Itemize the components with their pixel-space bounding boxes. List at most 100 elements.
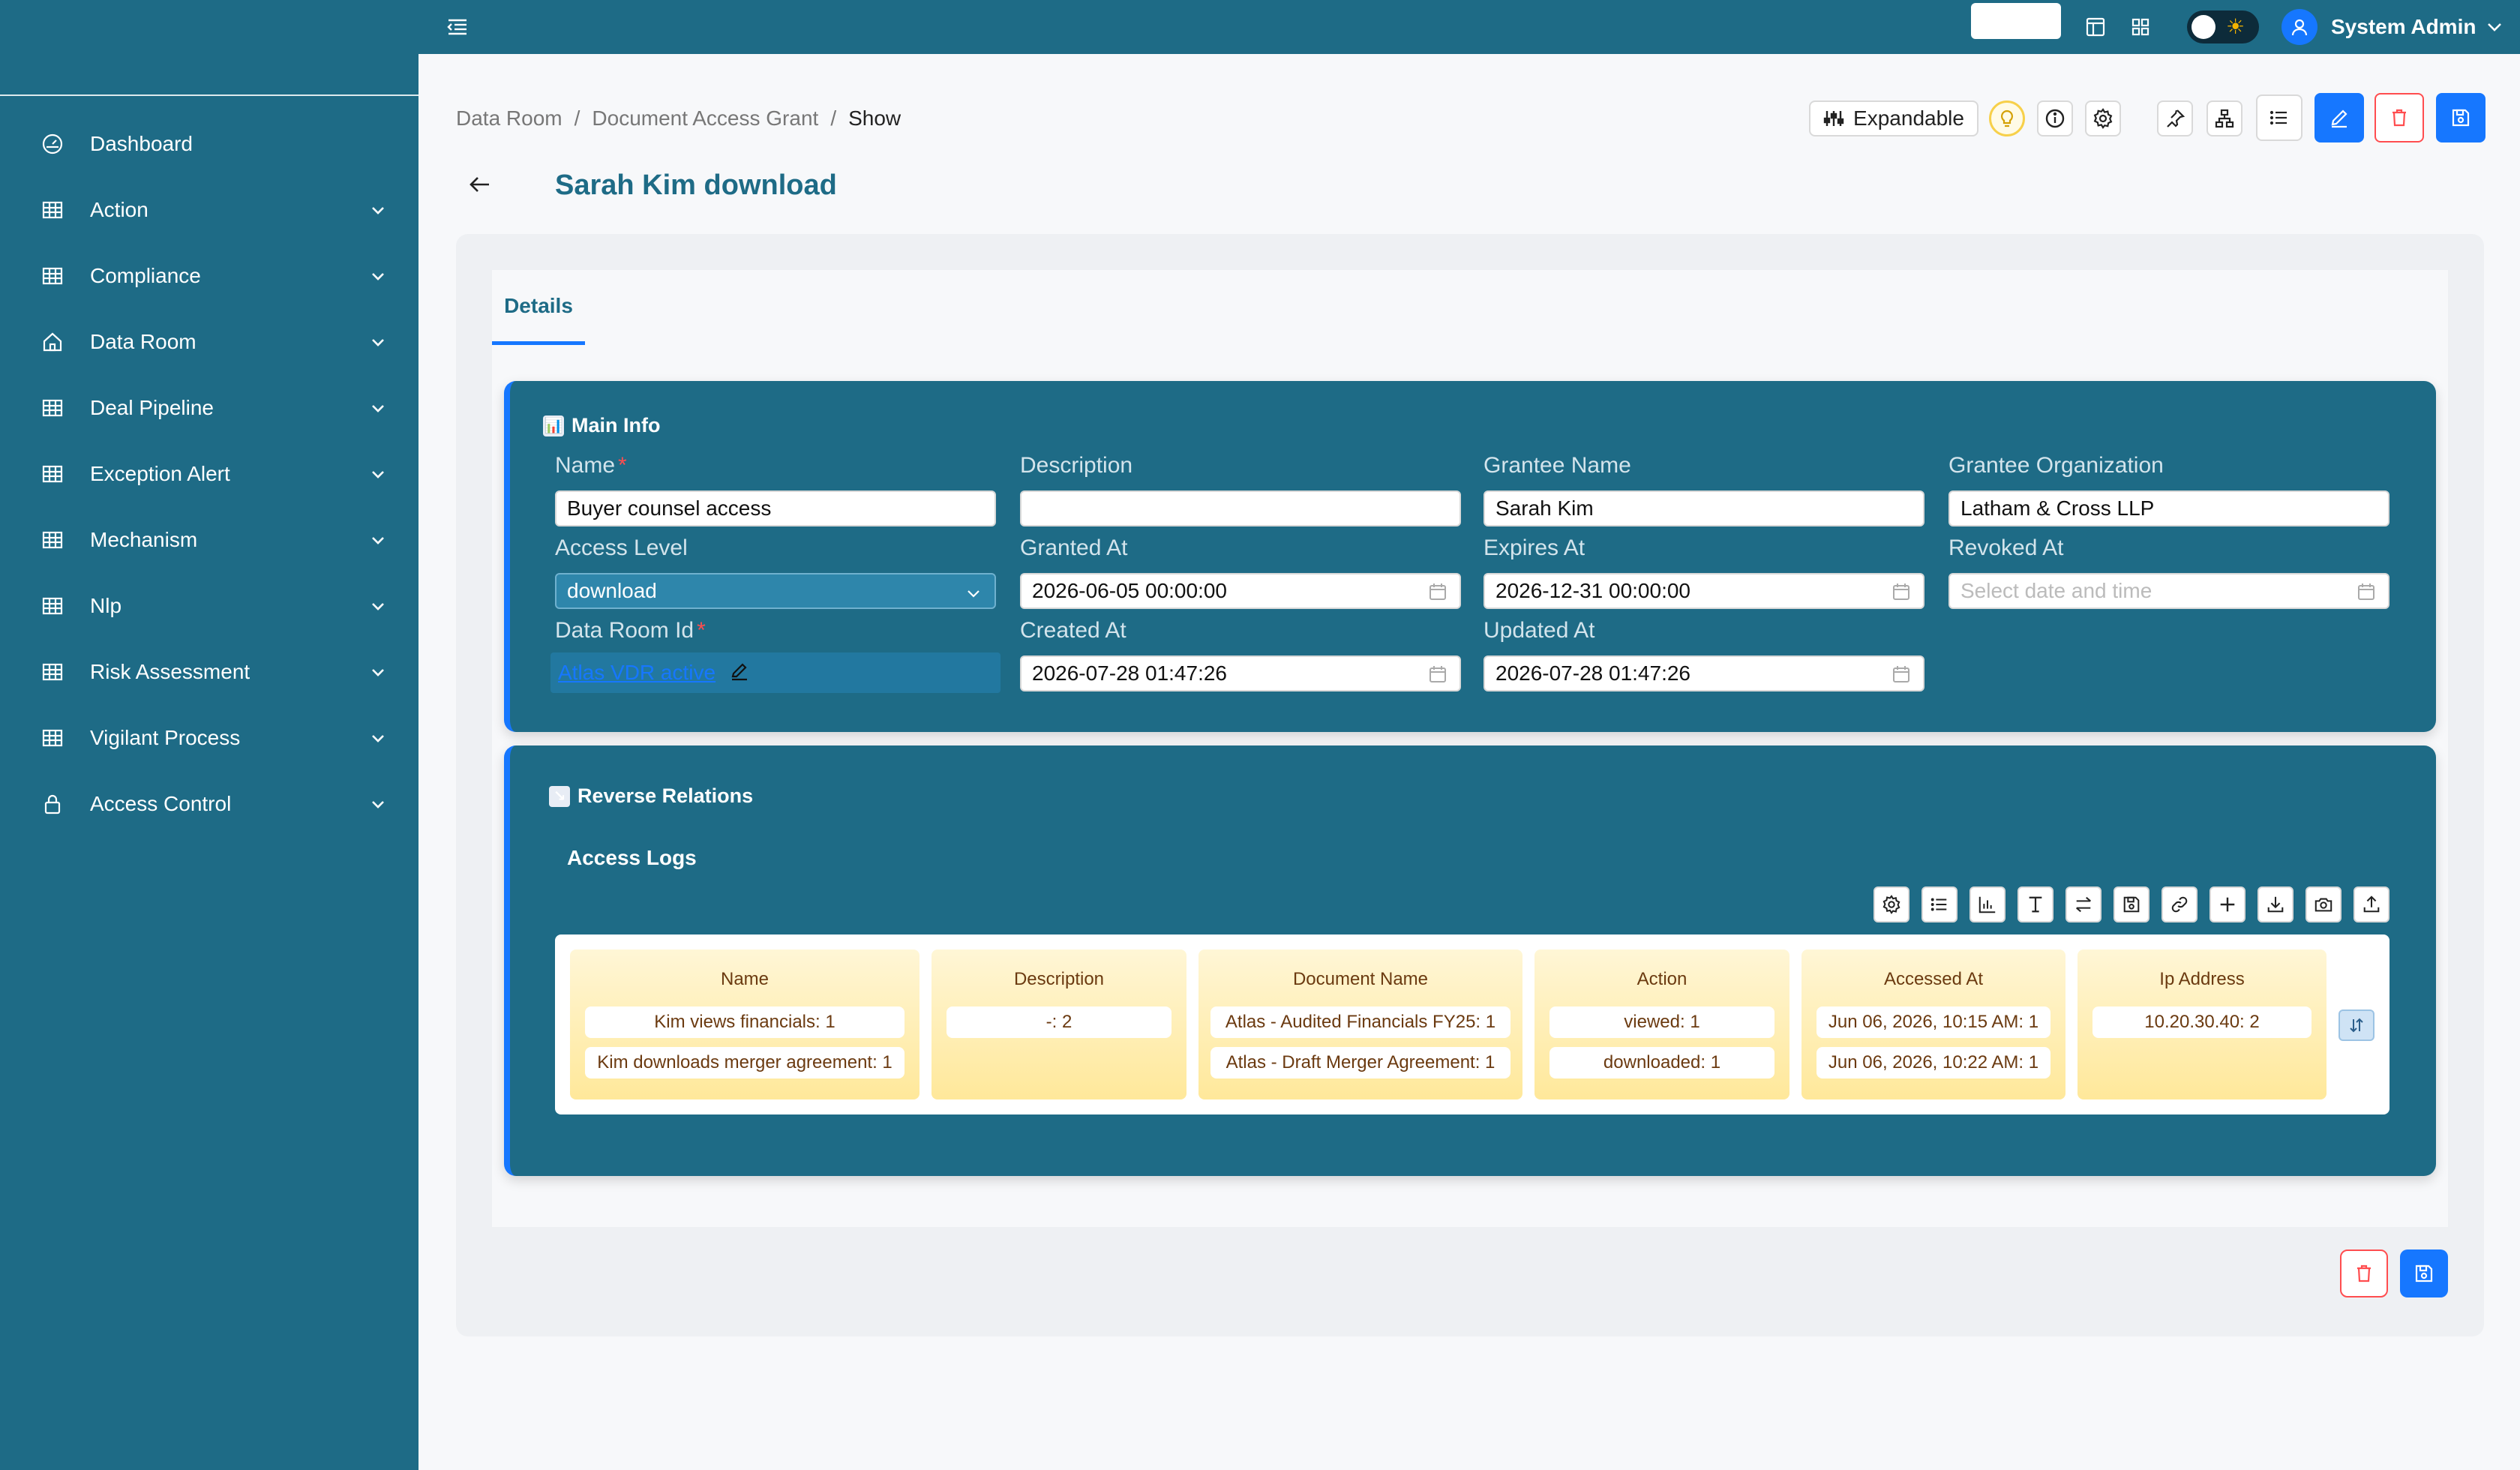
- data-room-link[interactable]: Atlas VDR active: [558, 661, 716, 685]
- main-info-title-text: Main Info: [572, 414, 661, 436]
- revoked-at-field[interactable]: Select date and time: [1948, 573, 2390, 609]
- created-at-field[interactable]: 2026-07-28 01:47:26: [1020, 656, 1461, 692]
- sidebar-item-mechanism[interactable]: Mechanism: [0, 510, 418, 570]
- column-header-description[interactable]: Description: [932, 969, 1186, 990]
- group-chip[interactable]: Kim views financials: 1: [585, 1006, 904, 1038]
- sidebar-item-label: Dashboard: [90, 132, 193, 155]
- column-header-action[interactable]: Action: [1534, 969, 1790, 990]
- sidebar-item-label: Deal Pipeline: [90, 396, 214, 419]
- group-chip[interactable]: viewed: 1: [1550, 1006, 1774, 1038]
- back-arrow-icon[interactable]: [466, 171, 494, 198]
- save-button[interactable]: [2436, 93, 2486, 142]
- sidebar-item-access-control[interactable]: Access Control: [0, 774, 418, 834]
- layout-icon[interactable]: [2084, 15, 2108, 39]
- sidebar-item-risk-assessment[interactable]: Risk Assessment: [0, 642, 418, 702]
- table-icon: [40, 198, 64, 222]
- group-chip[interactable]: Atlas - Audited Financials FY25: 1: [1210, 1006, 1510, 1038]
- bottom-delete-button[interactable]: [2340, 1250, 2388, 1298]
- column-name: Name Kim views financials: 1 Kim downloa…: [570, 950, 920, 1100]
- info-icon[interactable]: [2037, 100, 2073, 136]
- sidebar-item-dashboard[interactable]: Dashboard: [0, 114, 418, 174]
- column-description: Description -: 2: [932, 950, 1186, 1100]
- user-avatar[interactable]: [2282, 9, 2318, 45]
- user-name[interactable]: System Admin: [2331, 15, 2476, 39]
- column-action: Action viewed: 1 downloaded: 1: [1534, 950, 1790, 1100]
- link-icon[interactable]: [2162, 886, 2198, 922]
- pencil-icon: [2331, 110, 2348, 128]
- edit-pencil-icon[interactable]: [729, 661, 750, 686]
- name-field[interactable]: Buyer counsel access: [555, 490, 996, 526]
- calendar-icon: [1892, 582, 1911, 602]
- top-search-box[interactable]: [1971, 3, 2061, 39]
- swap-icon[interactable]: [2066, 886, 2102, 922]
- grantee-name-field[interactable]: Sarah Kim: [1484, 490, 1924, 526]
- sort-toggle-icon[interactable]: [2338, 1010, 2374, 1041]
- pin-icon[interactable]: [2157, 100, 2193, 136]
- data-room-id-label: Data Room Id *: [555, 618, 706, 643]
- sidebar-item-action[interactable]: Action: [0, 180, 418, 240]
- group-chip[interactable]: downloaded: 1: [1550, 1047, 1774, 1078]
- chevron-down-icon: [368, 662, 388, 682]
- chevron-down-icon: [368, 332, 388, 352]
- table-icon: [40, 396, 64, 420]
- lightbulb-icon[interactable]: [1989, 100, 2025, 136]
- sidebar-item-vigilant-process[interactable]: Vigilant Process: [0, 708, 418, 768]
- description-field[interactable]: [1020, 490, 1461, 526]
- chevron-down-icon: [368, 398, 388, 418]
- group-chip[interactable]: Jun 06, 2026, 10:22 AM: 1: [1816, 1047, 2050, 1078]
- column-ip-address: Ip Address 10.20.30.40: 2: [2078, 950, 2326, 1100]
- list-view-button[interactable]: [2256, 94, 2302, 141]
- granted-at-label: Granted At: [1020, 536, 1128, 560]
- upload-icon[interactable]: [2354, 886, 2390, 922]
- access-level-select[interactable]: download: [555, 573, 996, 609]
- delete-button[interactable]: [2374, 93, 2424, 142]
- trash-icon: [2392, 109, 2406, 127]
- sidebar-item-deal-pipeline[interactable]: Deal Pipeline: [0, 378, 418, 438]
- theme-toggle[interactable]: ☀: [2187, 10, 2259, 44]
- updated-at-field[interactable]: 2026-07-28 01:47:26: [1484, 656, 1924, 692]
- group-chip[interactable]: -: 2: [946, 1006, 1172, 1038]
- sidebar-item-label: Nlp: [90, 594, 122, 617]
- text-format-icon[interactable]: [2018, 886, 2054, 922]
- table-save-icon[interactable]: [2114, 886, 2150, 922]
- table-chart-icon[interactable]: [1970, 886, 2006, 922]
- chevron-down-icon[interactable]: [2484, 16, 2505, 38]
- grantee-organization-field[interactable]: Latham & Cross LLP: [1948, 490, 2390, 526]
- column-header-name[interactable]: Name: [570, 969, 920, 990]
- edit-button[interactable]: [2314, 93, 2364, 142]
- expandable-button[interactable]: Expandable: [1809, 100, 1978, 136]
- sidebar-item-compliance[interactable]: Compliance: [0, 246, 418, 306]
- group-chip[interactable]: Jun 06, 2026, 10:15 AM: 1: [1816, 1006, 2050, 1038]
- group-chip[interactable]: 10.20.30.40: 2: [2092, 1006, 2312, 1038]
- bottom-save-button[interactable]: [2400, 1250, 2448, 1298]
- hierarchy-icon[interactable]: [2206, 100, 2242, 136]
- group-chip[interactable]: Kim downloads merger agreement: 1: [585, 1047, 904, 1078]
- camera-icon[interactable]: [2306, 886, 2342, 922]
- add-icon[interactable]: [2210, 886, 2246, 922]
- sidebar-item-exception-alert[interactable]: Exception Alert: [0, 444, 418, 504]
- column-header-accessed-at[interactable]: Accessed At: [1802, 969, 2066, 990]
- expires-at-field[interactable]: 2026-12-31 00:00:00: [1484, 573, 1924, 609]
- expandable-label: Expandable: [1853, 106, 1964, 130]
- download-icon[interactable]: [2258, 886, 2294, 922]
- column-header-document-name[interactable]: Document Name: [1198, 969, 1522, 990]
- group-chip[interactable]: Atlas - Draft Merger Agreement: 1: [1210, 1047, 1510, 1078]
- sidebar-item-label: Exception Alert: [90, 462, 230, 485]
- breadcrumb-item-data-room[interactable]: Data Room: [456, 106, 562, 130]
- breadcrumb-item-current: Show: [848, 106, 902, 130]
- access-level-value: download: [567, 579, 657, 602]
- table-icon: [40, 462, 64, 486]
- table-settings-icon[interactable]: [1874, 886, 1910, 922]
- sidebar-item-data-room[interactable]: Data Room: [0, 312, 418, 372]
- breadcrumb-item-document-access-grant[interactable]: Document Access Grant: [592, 106, 818, 130]
- tab-details[interactable]: Details: [492, 270, 585, 345]
- column-header-ip-address[interactable]: Ip Address: [2078, 969, 2326, 990]
- granted-at-field[interactable]: 2026-06-05 00:00:00: [1020, 573, 1461, 609]
- menu-toggle-icon[interactable]: [446, 15, 470, 39]
- fullscreen-icon[interactable]: [2128, 15, 2152, 39]
- settings-gear-icon[interactable]: [2085, 100, 2121, 136]
- sidebar-item-nlp[interactable]: Nlp: [0, 576, 418, 636]
- table-list-icon[interactable]: [1922, 886, 1958, 922]
- trash-icon: [2357, 1264, 2371, 1282]
- save-icon: [2452, 109, 2470, 127]
